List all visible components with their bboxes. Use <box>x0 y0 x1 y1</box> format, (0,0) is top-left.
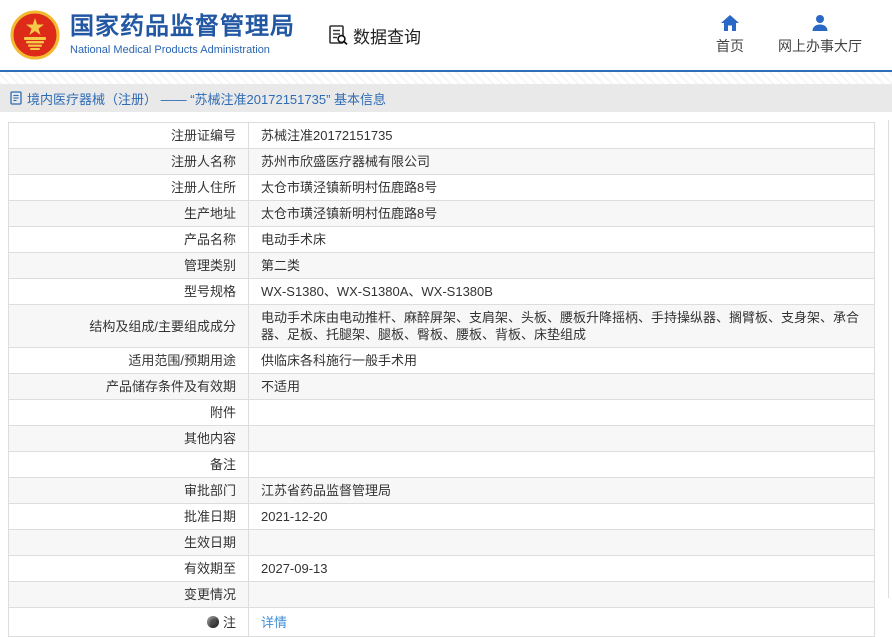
table-row: 产品储存条件及有效期 不适用 <box>9 374 874 400</box>
breadcrumb: 境内医疗器械（注册） —— “苏械注准20172151735” 基本信息 <box>27 91 387 107</box>
row-label-text: 变更情况 <box>183 587 236 602</box>
table-row: 注册人住所 太仓市璜泾镇新明村伍鹿路8号 <box>9 175 874 201</box>
note-icon <box>206 616 219 628</box>
scrollbar-track[interactable] <box>888 120 889 598</box>
row-label-text: 批准日期 <box>183 509 236 524</box>
row-value: 苏械注准20172151735 <box>261 128 393 143</box>
data-query-section[interactable]: 数据查询 <box>327 23 421 48</box>
row-value: 供临床各科施行一般手术用 <box>261 353 418 368</box>
row-label: 批准日期 <box>9 504 249 529</box>
table-row: 型号规格 WX-S1380、WX-S1380A、WX-S1380B <box>9 279 874 305</box>
breadcrumb-bar: 境内医疗器械（注册） —— “苏械注准20172151735” 基本信息 <box>0 84 892 112</box>
row-label: 产品储存条件及有效期 <box>9 374 249 399</box>
row-label-text: 产品名称 <box>183 232 236 247</box>
row-label-text: 型号规格 <box>183 284 236 299</box>
org-name-zh: 国家药品监督管理局 <box>70 13 295 41</box>
row-label: 注册人住所 <box>9 175 249 200</box>
table-row: 管理类别 第二类 <box>9 253 874 279</box>
row-label: 型号规格 <box>9 279 249 304</box>
org-name-en: National Medical Products Administration <box>70 43 270 56</box>
row-label-text: 审批部门 <box>183 483 236 498</box>
row-label-text: 生产地址 <box>183 206 236 221</box>
row-label: 变更情况 <box>9 582 249 607</box>
table-row: 注册证编号 苏械注准20172151735 <box>9 123 874 149</box>
table-row: 备注 <box>9 452 874 478</box>
texture-strip <box>0 72 892 84</box>
table-row: 结构及组成/主要组成成分 电动手术床由电动推杆、麻醉屏架、支肩架、头板、腰板升降… <box>9 305 874 348</box>
detail-link[interactable]: 详情 <box>261 614 287 631</box>
org-title-block: 国家药品监督管理局 National Medical Products Admi… <box>70 13 295 56</box>
table-row: 生产地址 太仓市璜泾镇新明村伍鹿路8号 <box>9 201 874 227</box>
nav-home[interactable]: 首页 <box>716 14 744 56</box>
row-value: 详情 <box>249 608 874 636</box>
row-label: 管理类别 <box>9 253 249 278</box>
row-value: 电动手术床由电动推杆、麻醉屏架、支肩架、头板、腰板升降摇柄、手持操纵器、搁臂板、… <box>261 310 860 342</box>
row-label-text: 结构及组成/主要组成成分 <box>89 318 236 334</box>
row-label: 注册人名称 <box>9 149 249 174</box>
row-label-text: 备注 <box>209 457 236 472</box>
table-row: 有效期至 2027-09-13 <box>9 556 874 582</box>
row-label-text: 产品储存条件及有效期 <box>105 379 236 394</box>
row-label-text: 注册证编号 <box>170 128 236 143</box>
row-value <box>249 582 874 607</box>
table-row: 其他内容 <box>9 426 874 452</box>
row-label-text: 其他内容 <box>183 431 236 446</box>
row-value: WX-S1380、WX-S1380A、WX-S1380B <box>261 284 493 299</box>
nav-online-hall-label: 网上办事大厅 <box>778 38 862 54</box>
document-search-icon <box>329 25 348 46</box>
row-label-text: 注册人名称 <box>170 154 236 169</box>
home-icon <box>721 15 739 31</box>
row-label-text: 注册人住所 <box>170 180 236 195</box>
row-value: 2021-12-20 <box>261 509 328 524</box>
nav-home-label: 首页 <box>716 38 744 54</box>
row-label: 生效日期 <box>9 530 249 555</box>
row-label-text: 有效期至 <box>183 561 236 576</box>
page-header: 国家药品监督管理局 National Medical Products Admi… <box>0 0 892 70</box>
row-value: 2027-09-13 <box>261 561 328 576</box>
row-label-text: 生效日期 <box>183 535 236 550</box>
row-value <box>249 452 874 477</box>
row-label: 其他内容 <box>9 426 249 451</box>
row-label: 注册证编号 <box>9 123 249 148</box>
data-query-label: 数据查询 <box>353 27 421 47</box>
table-row: 附件 <box>9 400 874 426</box>
row-value: 不适用 <box>261 379 301 394</box>
row-value: 太仓市璜泾镇新明村伍鹿路8号 <box>261 206 438 221</box>
row-value <box>249 400 874 425</box>
row-label-text: 适用范围/预期用途 <box>128 353 236 368</box>
row-label-text: 注 <box>222 614 236 630</box>
nav-online-hall[interactable]: 网上办事大厅 <box>778 14 862 56</box>
table-row: 产品名称 电动手术床 <box>9 227 874 253</box>
registration-info-table: 注册证编号 苏械注准20172151735 注册人名称 苏州市欣盛医疗器械有限公… <box>8 122 875 637</box>
table-row: 生效日期 <box>9 530 874 556</box>
row-value: 第二类 <box>261 258 301 273</box>
row-label: 注 <box>9 608 249 636</box>
row-value <box>249 530 874 555</box>
header-nav: 首页 网上办事大厅 <box>716 14 892 56</box>
row-label: 附件 <box>9 400 249 425</box>
row-label: 审批部门 <box>9 478 249 503</box>
document-icon <box>10 91 22 105</box>
row-value: 太仓市璜泾镇新明村伍鹿路8号 <box>261 180 438 195</box>
row-value: 电动手术床 <box>261 232 327 247</box>
row-label: 有效期至 <box>9 556 249 581</box>
table-row: 审批部门 江苏省药品监督管理局 <box>9 478 874 504</box>
row-value <box>249 426 874 451</box>
row-label: 适用范围/预期用途 <box>9 348 249 373</box>
row-label: 生产地址 <box>9 201 249 226</box>
table-row: 变更情况 <box>9 582 874 608</box>
user-icon <box>812 15 828 31</box>
row-label-text: 附件 <box>209 405 236 420</box>
row-label: 产品名称 <box>9 227 249 252</box>
table-row: 适用范围/预期用途 供临床各科施行一般手术用 <box>9 348 874 374</box>
table-row: 批准日期 2021-12-20 <box>9 504 874 530</box>
row-label: 结构及组成/主要组成成分 <box>9 305 249 347</box>
row-label: 备注 <box>9 452 249 477</box>
row-label-text: 管理类别 <box>183 258 236 273</box>
table-row: 注册人名称 苏州市欣盛医疗器械有限公司 <box>9 149 874 175</box>
national-emblem-logo <box>10 10 60 60</box>
row-value: 苏州市欣盛医疗器械有限公司 <box>261 154 431 169</box>
table-row: 注 详情 <box>9 608 874 637</box>
row-value: 江苏省药品监督管理局 <box>261 483 392 498</box>
